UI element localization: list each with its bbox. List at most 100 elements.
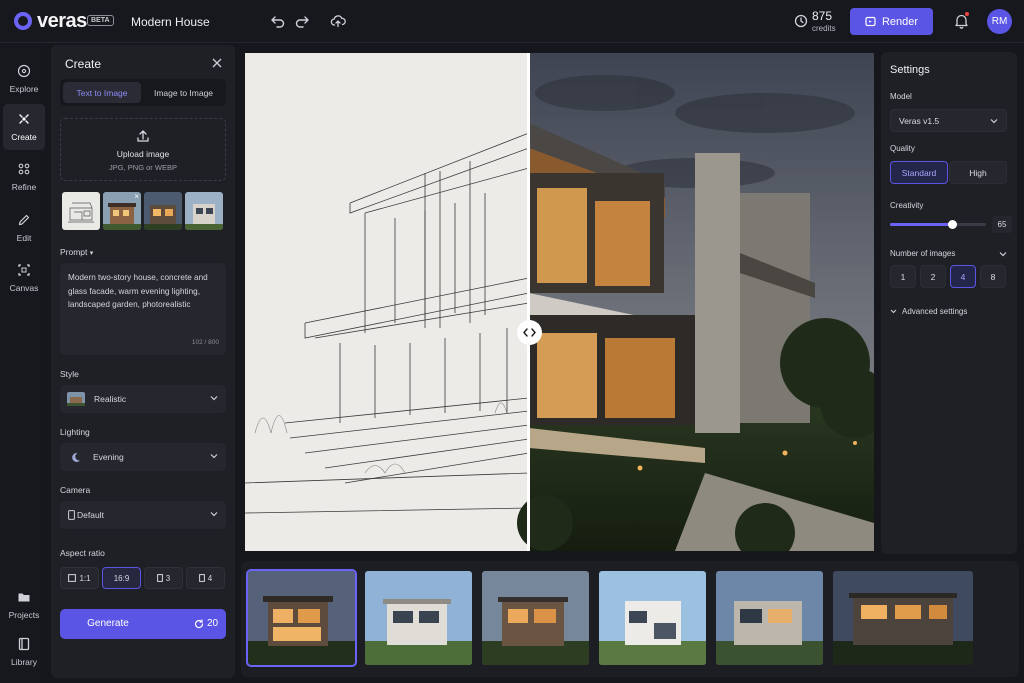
render-button[interactable]: Render (850, 8, 933, 35)
credits-refresh-icon (194, 619, 204, 629)
num-images-4-button[interactable]: 4 (950, 265, 976, 288)
create-mode-tabs: Text to Image Image to Image (60, 79, 226, 106)
create-sparkle-icon (19, 114, 29, 124)
num-images-1-button[interactable]: 1 (890, 265, 916, 288)
generated-thumb-6[interactable] (833, 571, 973, 665)
style-label: Style (60, 369, 79, 379)
top-bar: veras BETA Modern House 875 credits Rend… (0, 0, 1024, 43)
reference-thumb-sketch[interactable] (62, 192, 100, 230)
create-panel: Create Text to Image Image to Image Uplo… (51, 45, 235, 678)
nav-projects[interactable]: Projects (3, 582, 45, 628)
nav-edit[interactable]: Edit (3, 205, 45, 251)
camera-select[interactable]: Default (60, 501, 226, 529)
app-logo-text: veras (37, 10, 87, 32)
advanced-settings-toggle[interactable]: Advanced settings (890, 307, 967, 316)
creativity-slider-track[interactable] (890, 220, 986, 229)
upload-hint: JPG, PNG or WEBP (109, 163, 177, 172)
nav-create[interactable]: Create (3, 104, 45, 150)
nav-create-label: Create (11, 132, 37, 142)
render-preview-image (245, 53, 874, 551)
style-select[interactable]: Realistic (60, 385, 226, 413)
portrait-icon (198, 574, 205, 582)
generate-button[interactable]: Generate 20 (60, 609, 226, 639)
chevron-down-icon (210, 454, 218, 459)
left-nav: Explore Create Refine Edit Canvas Projec… (0, 44, 46, 683)
pencil-icon (18, 214, 30, 226)
logo-icon (14, 12, 32, 30)
portrait-icon (156, 574, 163, 582)
upload-dropzone[interactable]: Upload image JPG, PNG or WEBP (60, 118, 226, 181)
refine-icon (18, 163, 30, 175)
lighting-select[interactable]: Evening (60, 443, 226, 471)
nav-explore[interactable]: Explore (3, 56, 45, 102)
nav-library[interactable]: Library (3, 629, 45, 675)
quality-label: Quality (890, 144, 915, 153)
creativity-slider-fill (890, 223, 953, 226)
render-button-label: Render (881, 15, 919, 28)
reference-thumb-modern[interactable] (185, 192, 223, 230)
generated-thumb-2[interactable] (365, 571, 472, 665)
settings-title: Settings (890, 64, 930, 76)
nav-canvas[interactable]: Canvas (3, 255, 45, 301)
chevron-down-icon (990, 119, 998, 124)
prompt-textarea[interactable]: Modern two-story house, concrete and gla… (60, 263, 226, 355)
cloud-upload-icon[interactable] (330, 13, 346, 29)
quality-high-button[interactable]: High (949, 161, 1007, 184)
aspect-16-9-button[interactable]: 16:9 (102, 567, 141, 589)
generate-cost: 20 (207, 618, 219, 629)
lighting-label: Lighting (60, 427, 90, 437)
undo-icon[interactable] (270, 13, 286, 29)
arrows-horizontal-icon (523, 328, 536, 337)
quality-standard-button[interactable]: Standard (890, 161, 948, 184)
nav-library-label: Library (11, 657, 37, 667)
creativity-label: Creativity (890, 201, 924, 210)
generated-thumb-5[interactable] (716, 571, 823, 665)
avatar[interactable]: RM (987, 9, 1012, 34)
moon-icon (72, 452, 80, 462)
num-images-2-button[interactable]: 2 (920, 265, 946, 288)
chevron-down-icon (210, 512, 218, 517)
credits-clock-icon (794, 14, 808, 28)
credits-label: credits (812, 24, 836, 33)
aspect-3-button[interactable]: 3 (144, 567, 183, 589)
nav-canvas-label: Canvas (9, 283, 39, 293)
advanced-settings-label: Advanced settings (902, 307, 968, 316)
generated-thumb-1[interactable] (246, 569, 357, 667)
aspect-4-button[interactable]: 4 (186, 567, 225, 589)
model-select[interactable]: Veras v1.5 (890, 109, 1007, 132)
project-title[interactable]: Modern House (131, 15, 210, 29)
nav-edit-label: Edit (16, 233, 32, 243)
remove-thumb-icon[interactable]: × (134, 192, 139, 201)
credits-value: 875 (812, 9, 833, 23)
notification-dot (965, 12, 969, 16)
upload-icon (137, 130, 149, 142)
device-icon (68, 510, 75, 520)
folder-icon (18, 593, 30, 602)
prompt-counter: 102 / 800 (191, 338, 219, 346)
aspect-ratio-label: Aspect ratio (60, 548, 105, 558)
aspect-1-1-button[interactable]: 1:1 (60, 567, 99, 589)
generated-thumb-4[interactable] (599, 571, 706, 665)
tab-text-to-image[interactable]: Text to Image (63, 82, 141, 103)
generated-thumb-3[interactable] (482, 571, 589, 665)
compass-icon (17, 64, 31, 78)
redo-icon[interactable] (294, 13, 310, 29)
nav-refine-label: Refine (11, 182, 37, 192)
reference-thumb-villa[interactable]: × (103, 192, 141, 230)
reference-thumb-dusk[interactable] (144, 192, 182, 230)
nav-refine[interactable]: Refine (3, 154, 45, 200)
render-icon (865, 16, 876, 27)
nav-explore-label: Explore (9, 84, 39, 94)
prompt-text: Modern two-story house, concrete and gla… (68, 273, 208, 309)
tab-image-to-image[interactable]: Image to Image (144, 82, 223, 103)
library-book-icon (18, 637, 30, 651)
chevron-down-icon (999, 252, 1007, 257)
num-images-8-button[interactable]: 8 (980, 265, 1006, 288)
creativity-value[interactable]: 65 (992, 216, 1012, 233)
creativity-slider-knob[interactable] (948, 220, 958, 229)
compare-slider-handle[interactable] (517, 320, 542, 345)
square-icon (68, 574, 77, 582)
close-icon[interactable] (212, 58, 222, 68)
comparison-canvas[interactable] (245, 53, 874, 551)
model-label: Model (890, 92, 912, 101)
